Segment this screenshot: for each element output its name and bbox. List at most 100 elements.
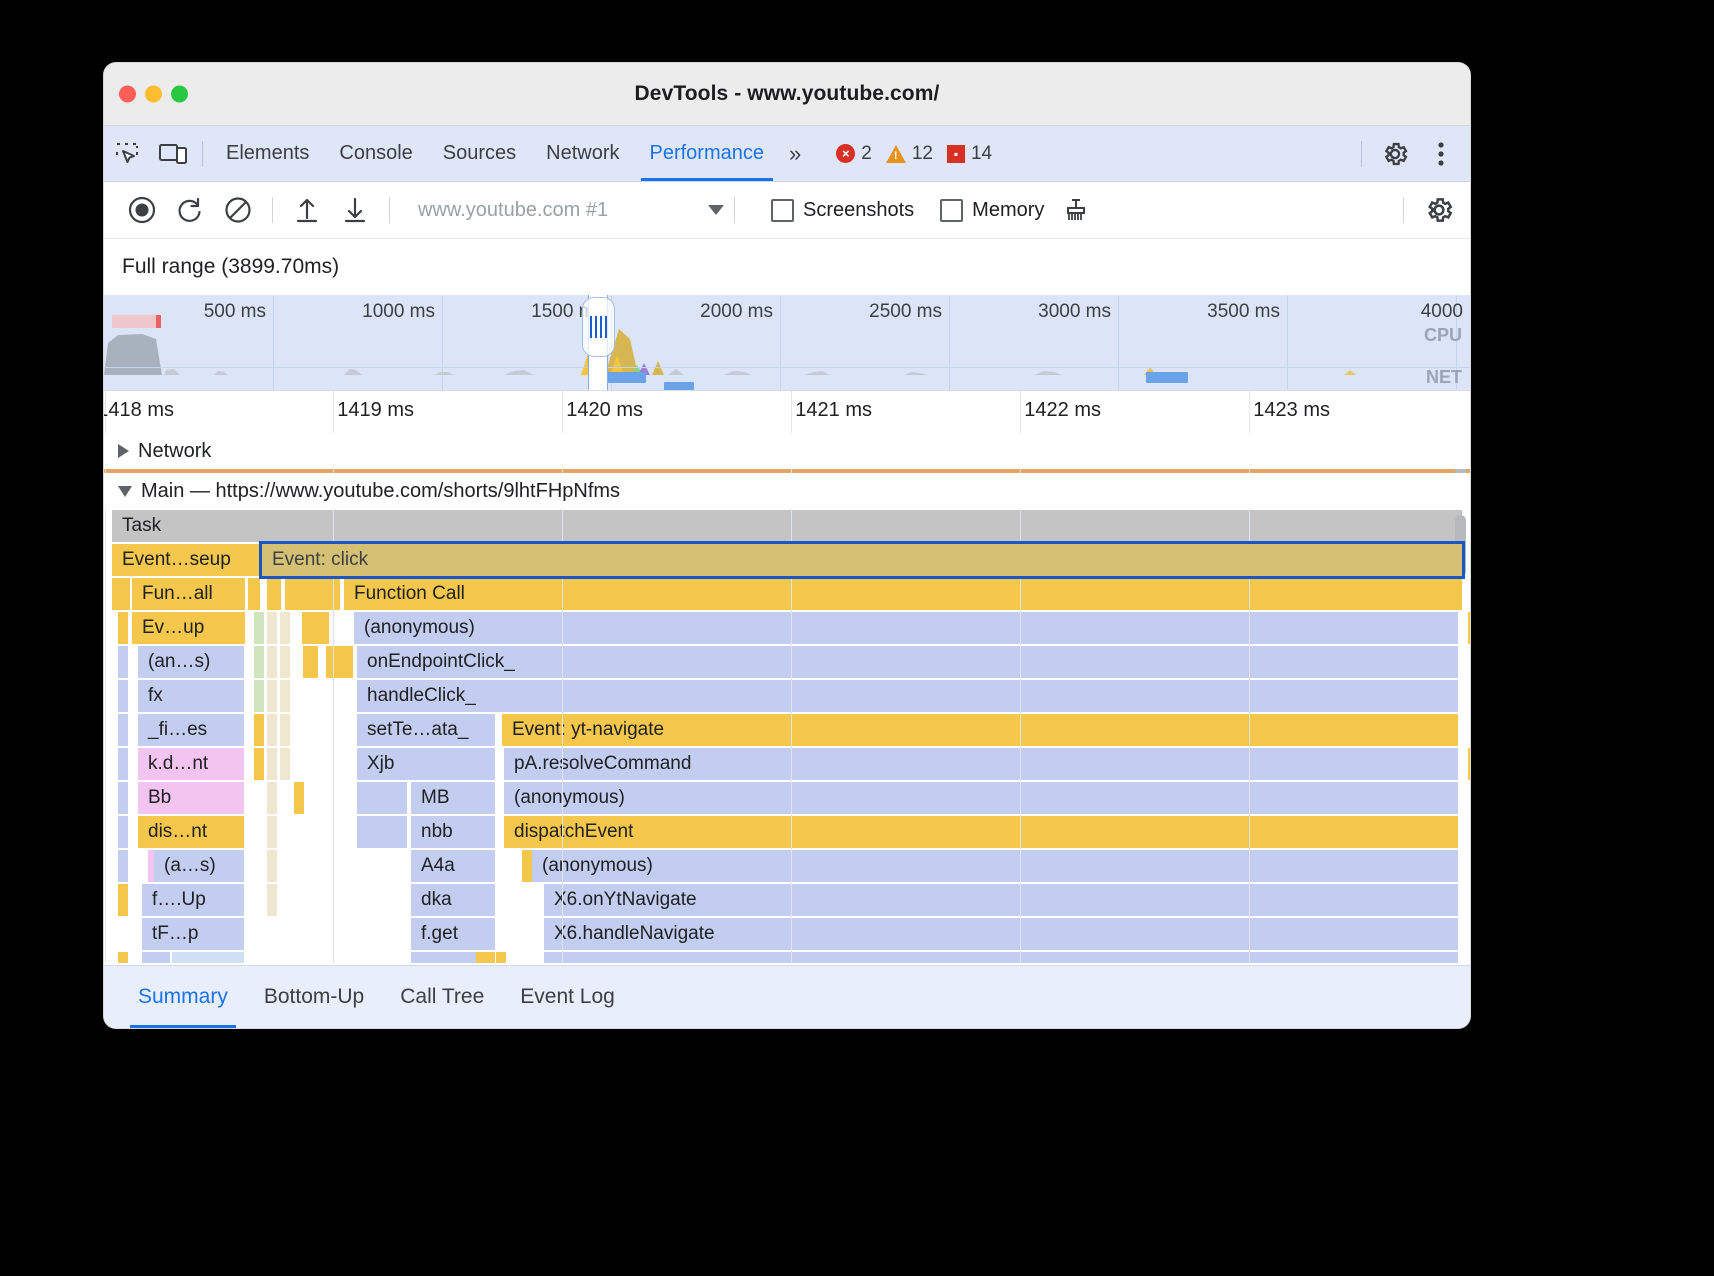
flame-bar[interactable] [118, 850, 128, 882]
flame-bar-event-yt-navigate[interactable]: Event: yt-navigate [502, 714, 1458, 746]
flame-bar-dispatchevent[interactable]: dispatchEvent [504, 816, 1458, 848]
flame-bar-onendpointclick[interactable]: onEndpointClick_ [357, 646, 1458, 678]
flame-bar[interactable] [267, 612, 277, 644]
flame-bar[interactable] [357, 782, 407, 814]
flame-bar-bb[interactable]: Bb [138, 782, 244, 814]
network-track-header[interactable]: Network [104, 433, 1470, 469]
record-icon[interactable] [118, 186, 166, 234]
flame-bar[interactable] [118, 680, 128, 712]
flame-bar[interactable] [496, 952, 506, 963]
traffic-light-buttons[interactable] [119, 86, 188, 103]
flame-bar[interactable] [522, 850, 532, 882]
flame-bar[interactable] [267, 714, 277, 746]
flame-bar-dis-nt[interactable]: dis…nt [138, 816, 244, 848]
flame-bar[interactable] [254, 680, 264, 712]
flame-bar[interactable] [118, 714, 128, 746]
flame-bar-k-d-nt[interactable]: k.d…nt [138, 748, 244, 780]
flame-bar-fun-all[interactable]: Fun…all [132, 578, 245, 610]
flame-bar-mb[interactable]: MB [411, 782, 495, 814]
flame-bar-fx[interactable]: fx [138, 680, 244, 712]
flame-bar-handleclick[interactable]: handleClick_ [357, 680, 1458, 712]
flame-bar[interactable] [112, 578, 130, 610]
flame-bar-anonymous[interactable]: (anonymous) [354, 612, 1458, 644]
flame-bar-event-click[interactable]: Event: click [262, 544, 1462, 576]
flame-bar[interactable] [142, 952, 170, 963]
flame-bar-anonymous[interactable]: (anonymous) [532, 850, 1458, 882]
clear-icon[interactable] [214, 186, 262, 234]
flame-bar[interactable] [1468, 612, 1470, 644]
flame-bar[interactable] [118, 748, 128, 780]
flame-bar-ev-up[interactable]: Ev…up [132, 612, 245, 644]
flame-bar[interactable] [294, 782, 304, 814]
flame-bar[interactable] [254, 612, 264, 644]
flame-bar[interactable] [118, 952, 128, 963]
flame-bar-anonymous[interactable]: (anonymous) [504, 782, 1458, 814]
flame-bar[interactable] [267, 578, 281, 610]
range-selection-handle[interactable] [582, 297, 615, 357]
flame-bar[interactable] [267, 884, 277, 916]
flame-bar[interactable] [267, 680, 277, 712]
flame-bar[interactable] [118, 646, 128, 678]
flame-bar[interactable] [118, 612, 128, 644]
flame-bar[interactable] [118, 884, 128, 916]
tab-console[interactable]: Console [324, 126, 427, 181]
kebab-menu-icon[interactable] [1420, 133, 1462, 175]
memory-checkbox[interactable]: Memory [940, 199, 1044, 222]
flame-bar[interactable] [248, 578, 260, 610]
screenshots-checkbox[interactable]: Screenshots [771, 199, 914, 222]
recording-select[interactable]: www.youtube.com #1 [418, 199, 724, 222]
flame-bar[interactable] [280, 714, 290, 746]
flame-bar[interactable] [302, 578, 340, 610]
flame-bar[interactable] [485, 952, 495, 963]
flame-bar[interactable] [254, 646, 264, 678]
tab-call-tree[interactable]: Call Tree [382, 966, 502, 1028]
gear-icon[interactable] [1418, 189, 1460, 231]
flame-bar[interactable] [303, 646, 318, 678]
flame-bar[interactable] [267, 850, 277, 882]
flame-bar[interactable] [267, 748, 277, 780]
warning-counter[interactable]: 12 [886, 143, 933, 165]
timeline-overview[interactable]: 500 ms 1000 ms 1500 ms 2000 ms 2500 ms 3… [104, 295, 1470, 390]
flame-bar[interactable] [267, 646, 277, 678]
flame-bar[interactable] [280, 748, 290, 780]
flame-bar[interactable] [254, 748, 264, 780]
flame-bar[interactable] [118, 816, 128, 848]
flame-bar-a4a[interactable]: A4a [411, 850, 495, 882]
main-track-header[interactable]: Main — https://www.youtube.com/shorts/9l… [104, 473, 1470, 509]
flame-chart[interactable]: TaskEvent…seupEvent: clickFun…allFunctio… [104, 509, 1470, 963]
tab-summary[interactable]: Summary [120, 966, 246, 1028]
flame-bar[interactable] [254, 714, 264, 746]
flame-bar[interactable] [357, 816, 407, 848]
reload-record-icon[interactable] [166, 186, 214, 234]
device-toolbar-icon[interactable] [150, 132, 196, 176]
flame-bar[interactable] [267, 816, 277, 848]
flame-bar-fi-es[interactable]: _fi…es [138, 714, 244, 746]
flame-bar-dka[interactable]: dka [411, 884, 495, 916]
more-tabs-icon[interactable]: » [779, 141, 808, 167]
flame-bar-x6-onytnavigate[interactable]: X6.onYtNavigate [544, 884, 1458, 916]
tab-elements[interactable]: Elements [211, 126, 324, 181]
flame-bar-pa-resolvecommand[interactable]: pA.resolveCommand [504, 748, 1458, 780]
flame-bar-nbb[interactable]: nbb [411, 816, 495, 848]
flame-bar-sette-ata[interactable]: setTe…ata_ [357, 714, 495, 746]
flame-bar[interactable] [302, 612, 329, 644]
flame-bar[interactable] [118, 782, 128, 814]
tab-bottom-up[interactable]: Bottom-Up [246, 966, 382, 1028]
flame-bar-an-s[interactable]: (an…s) [138, 646, 244, 678]
upload-profile-icon[interactable] [283, 186, 331, 234]
gear-icon[interactable] [1374, 133, 1416, 175]
chevron-down-icon[interactable] [118, 486, 132, 497]
flame-bar-f-up[interactable]: f….Up [142, 884, 244, 916]
chevron-right-icon[interactable] [118, 444, 129, 458]
tab-event-log[interactable]: Event Log [502, 966, 633, 1028]
close-window-button[interactable] [119, 86, 136, 103]
maximize-window-button[interactable] [171, 86, 188, 103]
flame-bar-f-get[interactable]: f.get [411, 918, 495, 950]
tab-network[interactable]: Network [531, 126, 634, 181]
flame-bar-tf-p[interactable]: tF…p [142, 918, 244, 950]
collect-garbage-icon[interactable] [1052, 186, 1100, 234]
flame-bar-a-s[interactable]: (a…s) [154, 850, 244, 882]
inspect-element-icon[interactable] [104, 132, 150, 176]
timeline-tracks[interactable]: Network Main — https://www.youtube.com/s… [104, 433, 1470, 963]
flame-bar[interactable] [544, 952, 1458, 963]
